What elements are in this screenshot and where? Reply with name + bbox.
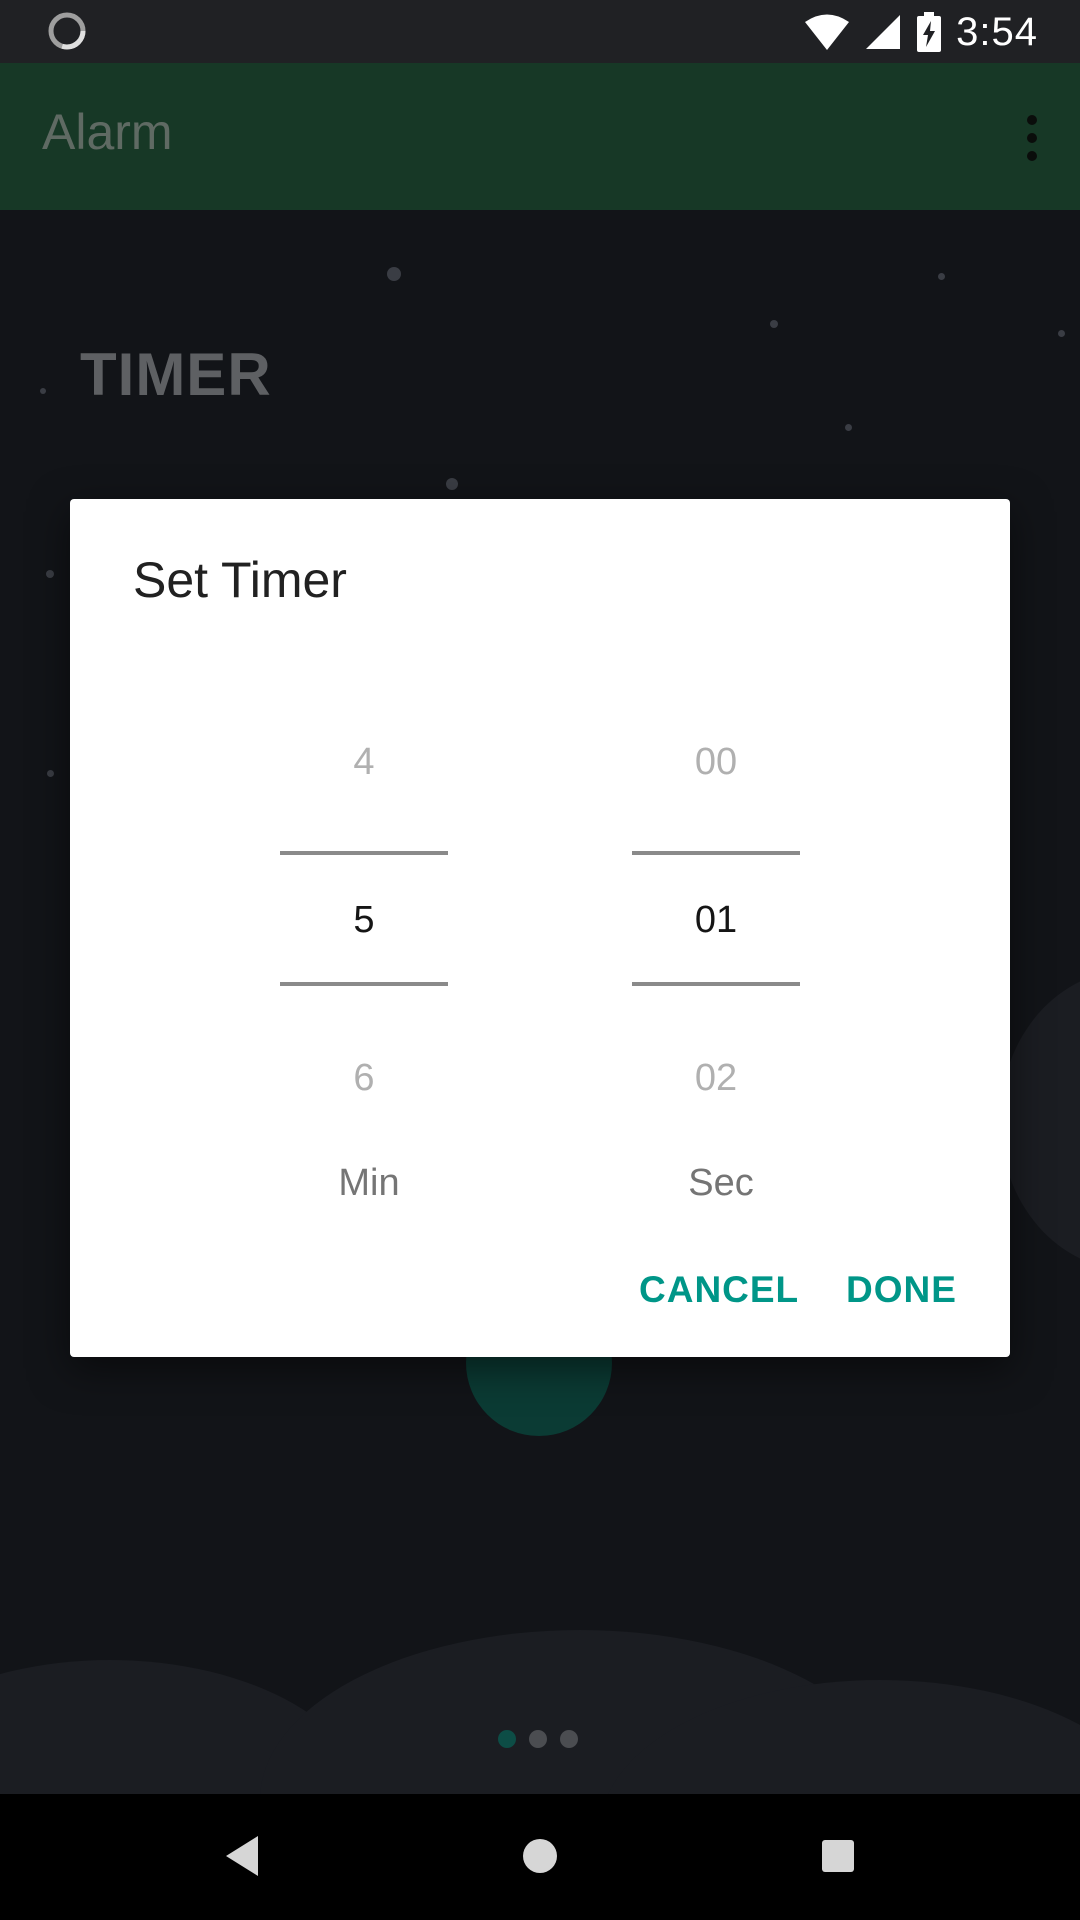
seconds-prev-value[interactable]: 00 [632, 741, 800, 784]
battery-charging-icon [917, 12, 942, 52]
cancel-button[interactable]: CANCEL [629, 1261, 809, 1319]
picker-divider [632, 982, 800, 986]
seconds-unit-label: Sec [688, 1162, 754, 1204]
loading-icon [48, 12, 86, 50]
done-button[interactable]: DONE [836, 1261, 967, 1319]
minutes-next-value[interactable]: 6 [280, 1057, 448, 1100]
minutes-picker[interactable]: 4 5 6 Min [280, 699, 448, 1259]
more-vert-icon[interactable] [1002, 103, 1062, 173]
page-dot [529, 1730, 547, 1748]
minutes-current-value[interactable]: 5 [280, 899, 448, 942]
signal-icon [866, 15, 901, 49]
minutes-unit-label: Min [338, 1162, 400, 1204]
seconds-picker[interactable]: 00 01 02 Sec [632, 699, 800, 1259]
status-time: 3:54 [956, 9, 1038, 54]
seconds-current-value[interactable]: 01 [632, 899, 800, 942]
status-bar: 3:54 [0, 0, 1080, 63]
app-bar: Alarm [0, 63, 1080, 210]
set-timer-dialog: Set Timer 4 5 6 Min 00 01 02 Sec CANCEL … [70, 499, 1010, 1357]
navigation-bar [0, 1794, 1080, 1920]
page-dot-active [498, 1730, 516, 1748]
picker-divider [280, 982, 448, 986]
back-icon[interactable] [212, 1826, 272, 1886]
app-title: Alarm [42, 104, 173, 160]
seconds-next-value[interactable]: 02 [632, 1057, 800, 1100]
picker-divider [632, 851, 800, 855]
wifi-icon [805, 14, 850, 50]
section-title: TIMER [80, 341, 272, 408]
page-indicator [498, 1730, 578, 1748]
minutes-prev-value[interactable]: 4 [280, 741, 448, 784]
dialog-title: Set Timer [133, 552, 347, 608]
page-dot [560, 1730, 578, 1748]
recents-icon[interactable] [808, 1826, 868, 1886]
home-icon[interactable] [510, 1826, 570, 1886]
picker-divider [280, 851, 448, 855]
